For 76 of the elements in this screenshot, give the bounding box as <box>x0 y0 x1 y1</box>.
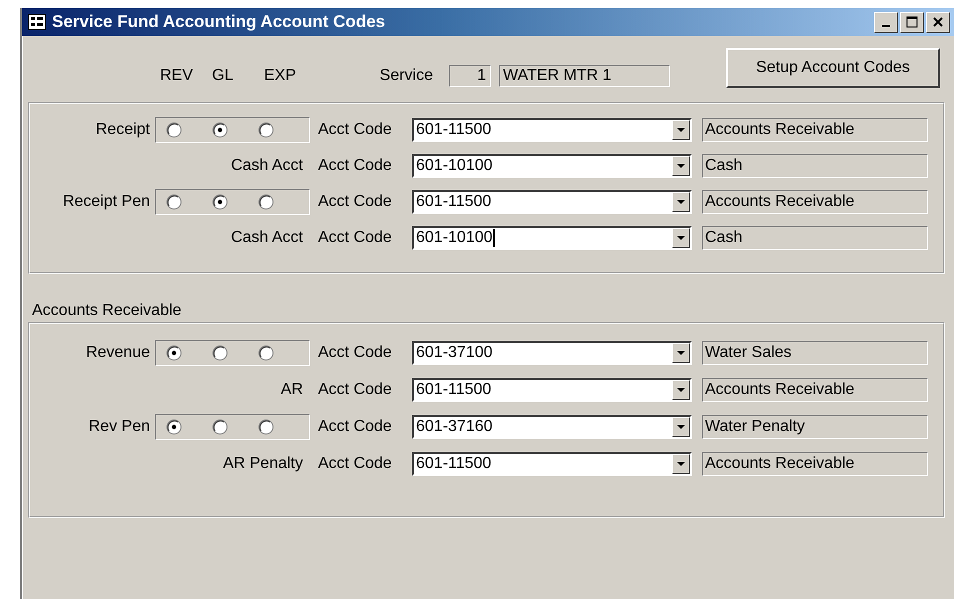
dropdown-button[interactable] <box>672 454 690 474</box>
radio-button[interactable] <box>166 122 182 138</box>
minimize-button[interactable] <box>874 12 898 32</box>
row-label: Cash Acct <box>230 157 303 175</box>
column-label: GL <box>212 67 234 85</box>
field-label: Acct Code <box>318 344 393 362</box>
maximize-icon <box>906 16 918 28</box>
radio-button[interactable] <box>212 345 228 361</box>
account-code-dropdown[interactable]: 601-11500 <box>412 118 692 142</box>
caret-icon <box>677 462 685 466</box>
dropdown-button[interactable] <box>672 228 690 248</box>
close-icon <box>932 16 944 28</box>
maximize-button[interactable] <box>900 12 924 32</box>
field-label: Acct Code <box>318 381 393 399</box>
radio-button[interactable] <box>258 194 274 210</box>
field-label: Acct Code <box>318 121 393 139</box>
service-number-field: 1 <box>449 65 491 87</box>
caret-icon <box>677 424 685 430</box>
radio-button[interactable] <box>258 419 274 435</box>
column-label: EXP <box>264 67 298 85</box>
window-title: Service Fund Accounting Account Codes <box>52 12 386 32</box>
radio-button[interactable] <box>258 122 274 138</box>
description-field: Accounts Receivable <box>702 452 928 476</box>
caret-icon <box>677 164 685 168</box>
row-label: Revenue <box>84 344 150 362</box>
account-code-dropdown[interactable]: 601-10100 <box>412 226 692 250</box>
caret-icon <box>677 388 685 392</box>
column-label: REV <box>160 67 194 85</box>
form-icon <box>28 14 46 30</box>
close-button[interactable] <box>926 12 950 32</box>
radio-button[interactable] <box>212 122 228 138</box>
account-code-dropdown[interactable]: 601-11500 <box>412 452 692 476</box>
row-label: Receipt <box>94 121 150 139</box>
account-code-dropdown[interactable]: 601-11500 <box>412 190 692 214</box>
service-label: Service <box>378 67 433 85</box>
account-code-dropdown[interactable]: 601-37160 <box>412 415 692 439</box>
row-label: AR Penalty <box>222 455 303 473</box>
caret-icon <box>677 128 685 132</box>
field-label: Acct Code <box>318 229 393 247</box>
field-label: Acct Code <box>318 193 393 211</box>
description-field: Accounts Receivable <box>702 190 928 214</box>
description-field: Accounts Receivable <box>702 118 928 142</box>
minimize-icon <box>882 25 890 27</box>
description-field: Water Penalty <box>702 415 928 439</box>
caret-icon <box>677 200 685 204</box>
row-label: Rev Pen <box>88 418 150 436</box>
section-title: Accounts Receivable <box>32 302 182 320</box>
description-field: Accounts Receivable <box>702 378 928 402</box>
row-label: AR <box>280 381 303 399</box>
radio-button[interactable] <box>212 194 228 210</box>
description-field: Cash <box>702 154 928 178</box>
dropdown-button[interactable] <box>672 343 690 363</box>
row-label: Receipt Pen <box>62 193 150 211</box>
radio-button[interactable] <box>166 419 182 435</box>
dropdown-button[interactable] <box>672 417 690 437</box>
radio-button[interactable] <box>166 194 182 210</box>
field-label: Acct Code <box>318 157 393 175</box>
setup-button[interactable]: Setup Account Codes <box>726 48 940 88</box>
row-label: Cash Acct <box>230 229 303 247</box>
account-code-dropdown[interactable]: 601-11500 <box>412 378 692 402</box>
description-field: Cash <box>702 226 928 250</box>
description-field: Water Sales <box>702 341 928 365</box>
radio-button[interactable] <box>166 345 182 361</box>
caret-icon <box>677 236 685 240</box>
radio-button[interactable] <box>258 345 274 361</box>
dropdown-button[interactable] <box>672 192 690 212</box>
account-code-dropdown[interactable]: 601-37100 <box>412 341 692 365</box>
radio-button[interactable] <box>212 419 228 435</box>
dropdown-button[interactable] <box>672 156 690 176</box>
account-code-dropdown[interactable]: 601-10100 <box>412 154 692 178</box>
dropdown-button[interactable] <box>672 380 690 400</box>
service-name-field: WATER MTR 1 <box>499 65 670 87</box>
field-label: Acct Code <box>318 455 393 473</box>
field-label: Acct Code <box>318 418 393 436</box>
dropdown-button[interactable] <box>672 120 690 140</box>
caret-icon <box>677 350 685 356</box>
